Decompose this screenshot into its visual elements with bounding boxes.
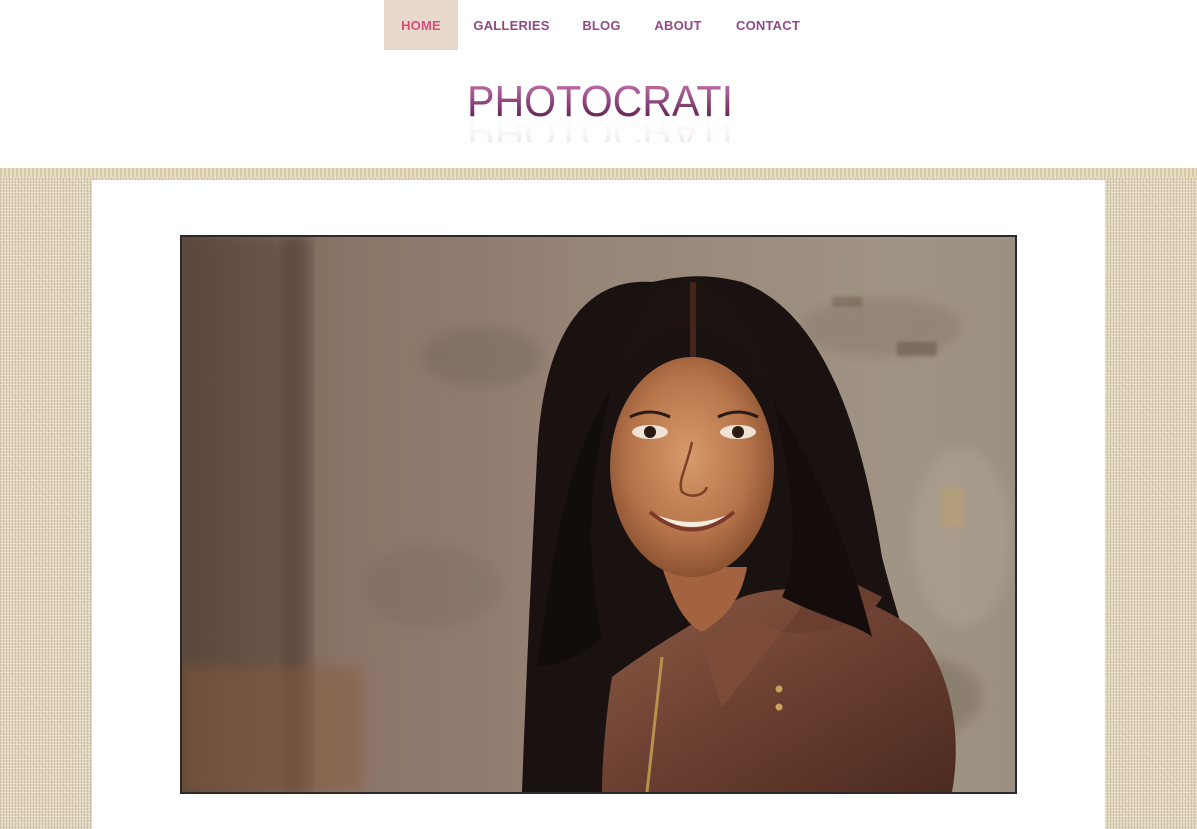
nav-home[interactable]: HOME (384, 0, 458, 50)
site-header: HOME GALLERIES BLOG ABOUT CONTACT PHOTOC… (0, 0, 1197, 168)
nav-galleries[interactable]: GALLERIES (458, 0, 565, 50)
backdrop-edge (0, 168, 1197, 177)
nav-about[interactable]: ABOUT (638, 0, 718, 50)
logo-graphic: PHOTOCRATI PHOTOCRATI (467, 77, 733, 157)
portrait-image (182, 237, 1015, 792)
site-logo[interactable]: PHOTOCRATI PHOTOCRATI (462, 76, 738, 157)
nav-blog[interactable]: BLOG (565, 0, 638, 50)
nav-contact[interactable]: CONTACT (718, 0, 818, 50)
main-nav: HOME GALLERIES BLOG ABOUT CONTACT (384, 0, 818, 50)
logo-reflection: PHOTOCRATI (467, 108, 733, 142)
slideshow-photo[interactable] (180, 235, 1017, 794)
